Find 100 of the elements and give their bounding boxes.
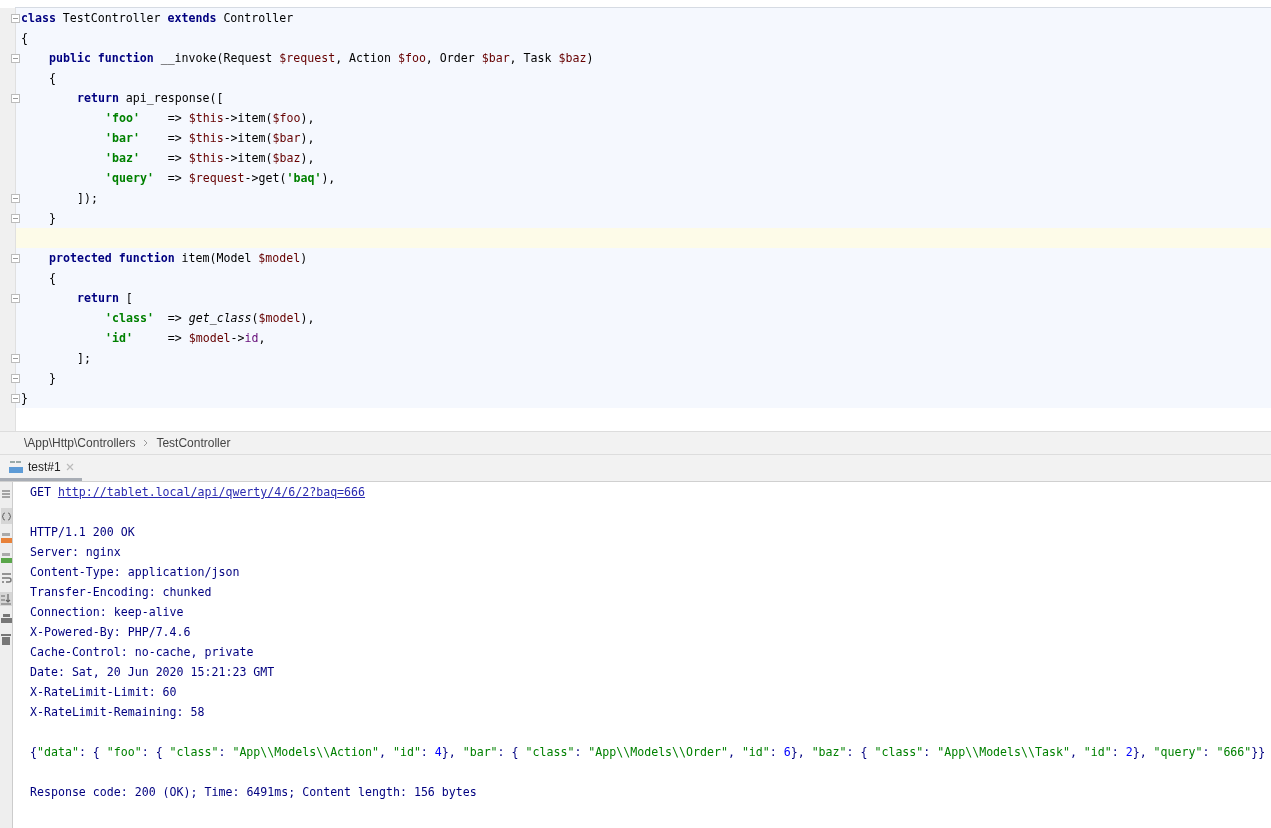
code-text: =>: [166, 111, 182, 125]
request-url-link[interactable]: http://tablet.local/api/qwerty/4/6/2?baq=666: [57, 485, 366, 499]
code-text: , Order: [425, 51, 475, 65]
code-text: =>: [166, 171, 182, 185]
json-punctuation: : {: [497, 745, 519, 759]
code-text: ),: [300, 131, 315, 145]
code-text: }: [49, 371, 56, 385]
code-text: }: [21, 391, 28, 405]
code-text: ->item(: [223, 151, 273, 165]
code-text: ->: [230, 331, 245, 345]
variable: $bar: [481, 51, 510, 65]
json-punctuation: :: [218, 745, 226, 759]
json-string: "class": [874, 745, 924, 759]
variable: $this: [188, 131, 224, 145]
keyword: return: [77, 291, 119, 305]
json-punctuation: :: [420, 745, 428, 759]
json-string: "data": [37, 745, 79, 759]
breadcrumb-item[interactable]: \App\Http\Controllers: [24, 436, 136, 450]
breadcrumb-item[interactable]: TestController: [156, 436, 231, 450]
string-literal: 'id': [105, 331, 133, 345]
json-string: "666": [1216, 745, 1252, 759]
string-literal: 'baz': [105, 151, 140, 165]
code-text: Controller: [223, 11, 294, 25]
code-text: ): [300, 251, 308, 265]
json-number: 6: [783, 745, 791, 759]
code-text: TestController: [62, 11, 161, 25]
code-text: =>: [166, 151, 182, 165]
output-line: Date: Sat, 20 Jun 2020 15:21:23 GMT: [30, 665, 275, 679]
json-punctuation: :: [1111, 745, 1119, 759]
json-punctuation: ,: [727, 745, 735, 759]
json-punctuation: },: [1132, 745, 1147, 759]
code-text: ,: [258, 331, 266, 345]
code-text: {: [49, 71, 56, 85]
output-line: X-RateLimit-Limit: 60: [30, 685, 177, 699]
output-line: Connection: keep-alive: [30, 605, 184, 619]
variable: $model: [188, 331, 231, 345]
json-number: 2: [1125, 745, 1133, 759]
keyword: return: [77, 91, 119, 105]
json-string: "foo": [106, 745, 142, 759]
json-string: "query": [1153, 745, 1203, 759]
variable: $request: [188, 171, 245, 185]
code-text: ),: [300, 311, 315, 325]
output-line: Content-Type: application/json: [30, 565, 240, 579]
json-string: "bar": [462, 745, 498, 759]
json-string: "App\\Models\\Order": [588, 745, 728, 759]
code-text: ),: [300, 151, 315, 165]
string-literal: 'bar': [105, 131, 140, 145]
json-punctuation: :: [574, 745, 582, 759]
function-name: get_class: [188, 311, 252, 325]
code-text: {: [21, 31, 28, 45]
string-literal: 'class': [105, 311, 154, 325]
json-punctuation: ,: [1069, 745, 1077, 759]
code-text: =>: [166, 331, 182, 345]
json-string: "App\\Models\\Task": [937, 745, 1070, 759]
code-text: ),: [300, 111, 315, 125]
variable: $foo: [397, 51, 426, 65]
keyword: public function: [49, 51, 154, 65]
json-string: "class": [525, 745, 575, 759]
code-text: api_response([: [125, 91, 224, 105]
variable: $model: [258, 311, 301, 325]
variable: $this: [188, 151, 224, 165]
json-punctuation: : {: [78, 745, 100, 759]
variable: $foo: [272, 111, 301, 125]
code-text: ]);: [77, 191, 98, 205]
code-text: }: [49, 211, 56, 225]
output-line: Response code: 200 (OK); Time: 6491ms; Content length: 156 bytes: [30, 785, 477, 799]
json-string: "baz": [811, 745, 847, 759]
output-line: HTTP/1.1 200 OK: [30, 525, 135, 539]
json-number: 4: [434, 745, 442, 759]
code-text: ->item(: [223, 111, 273, 125]
code-text: ->get(: [244, 171, 287, 185]
output-line: X-Powered-By: PHP/7.4.6: [30, 625, 191, 639]
code-text: =>: [166, 311, 182, 325]
code-text: [: [125, 291, 133, 305]
code-text: ];: [77, 351, 91, 365]
code-text: {: [49, 271, 56, 285]
code-text: item(Model: [181, 251, 252, 265]
code-text: , Action: [335, 51, 391, 65]
variable: $model: [258, 251, 301, 265]
code-text: __invoke(Request: [160, 51, 273, 65]
code-text: (: [251, 311, 259, 325]
json-string: "class": [169, 745, 219, 759]
variable: $baz: [558, 51, 587, 65]
variable: $baz: [272, 151, 301, 165]
keyword: class: [21, 11, 56, 25]
variable: $request: [279, 51, 336, 65]
output-line: X-RateLimit-Remaining: 58: [30, 705, 205, 719]
keyword: extends: [167, 11, 217, 25]
json-string: "id": [741, 745, 770, 759]
code-text: ),: [321, 171, 336, 185]
json-punctuation: :: [923, 745, 931, 759]
output-line: Transfer-Encoding: chunked: [30, 585, 212, 599]
code-text: ): [586, 51, 594, 65]
json-punctuation: },: [441, 745, 456, 759]
string-literal: 'foo': [105, 111, 140, 125]
string-literal: 'baq': [286, 171, 322, 185]
code-text: ->item(: [223, 131, 273, 145]
code-text: =>: [166, 131, 182, 145]
code-text: , Task: [509, 51, 552, 65]
keyword: protected function: [49, 251, 175, 265]
